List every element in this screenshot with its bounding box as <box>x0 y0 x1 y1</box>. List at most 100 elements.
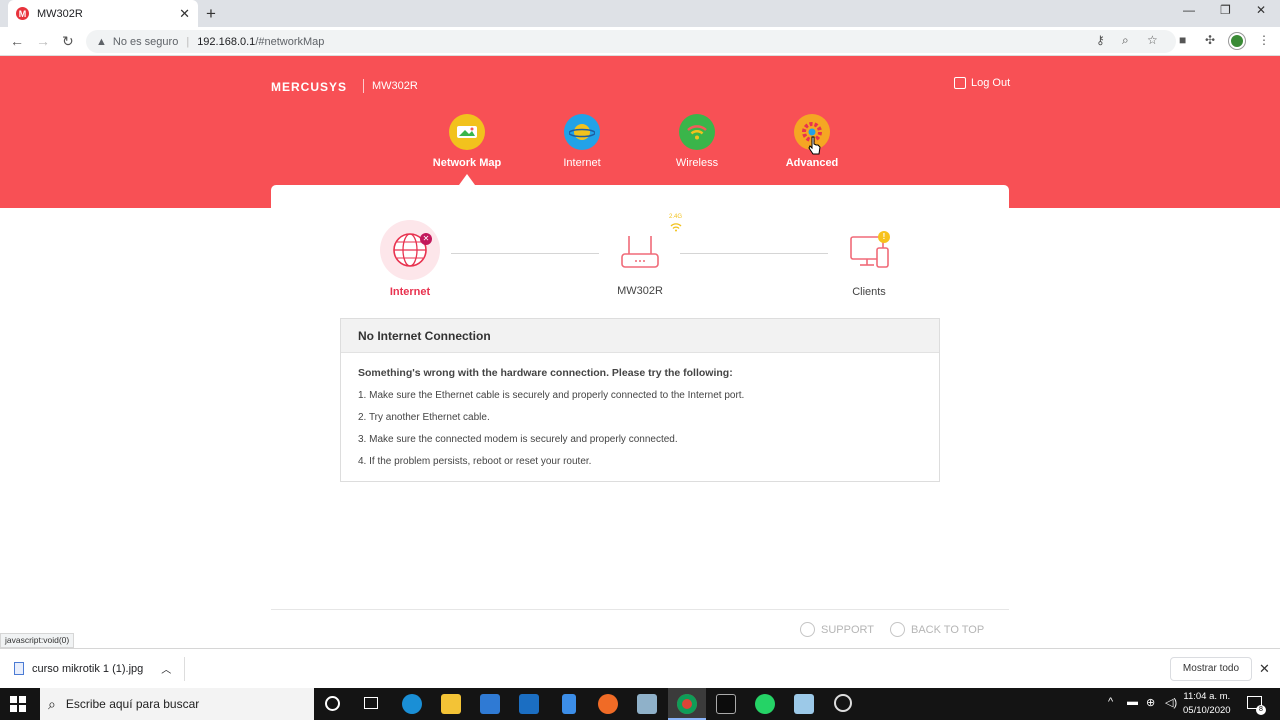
tab-title: MW302R <box>37 7 83 20</box>
warning-icon: ▲ <box>96 35 107 48</box>
connection-status-panel: No Internet Connection Something's wrong… <box>340 318 940 482</box>
status-title: No Internet Connection <box>341 319 939 353</box>
status-body: Something's wrong with the hardware conn… <box>341 353 939 492</box>
logout-label: Log Out <box>971 77 1011 89</box>
minimize-icon[interactable]: — <box>1183 3 1195 17</box>
extensions-puzzle-icon[interactable]: ✣ <box>1205 33 1215 47</box>
battery-icon[interactable]: ▬ <box>1127 696 1138 708</box>
whatsapp-icon[interactable] <box>755 694 775 714</box>
globe-planet-icon <box>564 114 600 150</box>
internet-globe-icon: ✕ <box>380 220 440 280</box>
nav-network-map[interactable]: Network Map <box>417 114 517 169</box>
cortana-icon[interactable] <box>325 696 340 711</box>
nav-label-network-map: Network Map <box>432 157 502 169</box>
windows-start-icon[interactable] <box>10 696 26 712</box>
wifi-icon <box>679 114 715 150</box>
bookmark-star-icon[interactable]: ☆ <box>1147 33 1158 47</box>
store-icon[interactable] <box>480 694 500 714</box>
network-map-icon <box>449 114 485 150</box>
browser-tab-bar: M MW302R ✕ + — ❐ ✕ <box>0 0 1280 27</box>
chevron-up-icon[interactable]: ︿ <box>161 661 171 676</box>
task-view-icon[interactable] <box>364 697 378 709</box>
status-step: 2. Try another Ethernet cable. <box>358 412 490 423</box>
tray-chevron-icon[interactable]: ^ <box>1108 696 1113 708</box>
forward-arrow-icon[interactable]: → <box>36 33 50 49</box>
reload-icon[interactable]: ↻ <box>62 33 74 50</box>
taskbar-search[interactable]: ⌕ Escribe aquí para buscar <box>40 688 314 720</box>
back-to-top-link[interactable]: BACK TO TOP <box>890 622 984 637</box>
clients-devices-icon: ! <box>829 228 909 272</box>
profile-avatar[interactable] <box>1229 33 1245 49</box>
logout-link[interactable]: Log Out <box>954 77 1010 89</box>
firefox-icon[interactable] <box>598 694 618 714</box>
chrome-icon[interactable] <box>677 694 697 714</box>
mail-icon[interactable] <box>519 694 539 714</box>
close-download-bar-icon[interactable]: ✕ <box>1259 661 1270 677</box>
taskbar-search-placeholder: Escribe aquí para buscar <box>65 697 200 711</box>
status-bar-url: javascript:void(0) <box>0 633 75 648</box>
back-arrow-icon[interactable]: ← <box>10 33 24 49</box>
app-icon[interactable] <box>562 694 576 714</box>
terminal-icon[interactable] <box>716 694 736 714</box>
windows-taskbar: ⌕ Escribe aquí para buscar ^ ▬ ⊕ ◁) 11:0… <box>0 688 1280 720</box>
wifi-signal-icon <box>670 223 682 232</box>
internet-node[interactable]: ✕ Internet <box>370 220 450 298</box>
router-node[interactable]: 2.4G MW302R <box>600 212 683 297</box>
brand-logo: MERCUSYS <box>271 80 348 94</box>
status-lead: Something's wrong with the hardware conn… <box>358 367 733 379</box>
mercusys-favicon-icon: M <box>16 7 29 20</box>
download-bar: curso mikrotik 1 (1).jpg ︿ Mostrar todo … <box>0 648 1280 688</box>
download-file-name: curso mikrotik 1 (1).jpg <box>32 662 144 675</box>
router-icon: 2.4G <box>600 212 683 272</box>
restore-icon[interactable]: ❐ <box>1220 3 1231 17</box>
support-label: SUPPORT <box>821 623 874 636</box>
nav-label-advanced: Advanced <box>785 157 839 169</box>
notification-count-badge: 8 <box>1256 705 1266 715</box>
nav-label-wireless: Wireless <box>675 157 719 169</box>
file-icon <box>14 662 24 675</box>
clients-warning-badge: ! <box>878 231 890 243</box>
close-window-icon[interactable]: ✕ <box>1256 3 1266 17</box>
model-name: MW302R <box>372 80 418 92</box>
clients-node[interactable]: ! Clients <box>829 228 909 298</box>
security-label: No es seguro <box>112 35 179 48</box>
headset-icon <box>800 622 815 637</box>
zoom-icon[interactable]: ⌕ <box>1122 33 1129 48</box>
key-icon[interactable]: ⚷ <box>1096 33 1105 47</box>
router-clients-link <box>680 253 828 254</box>
app-icon[interactable] <box>834 694 852 712</box>
status-step: 1. Make sure the Ethernet cable is secur… <box>358 390 745 401</box>
extension-facebook-icon[interactable]: ■ <box>1179 33 1186 47</box>
active-nav-caret <box>459 174 475 185</box>
status-step: 4. If the problem persists, reboot or re… <box>358 456 592 467</box>
arrow-up-circle-icon <box>890 622 905 637</box>
back-to-top-label: BACK TO TOP <box>911 623 985 636</box>
browser-tab[interactable]: M MW302R ✕ <box>8 0 198 27</box>
app-icon[interactable] <box>637 694 657 714</box>
clock-date: 05/10/2020 <box>1183 705 1231 716</box>
clients-node-label: Clients <box>852 286 886 298</box>
address-bar[interactable]: ▲ No es seguro | 192.168.0.1/#networkMap <box>86 30 1176 53</box>
file-explorer-icon[interactable] <box>441 694 461 714</box>
internet-router-link <box>451 253 599 254</box>
omnibox-divider: | <box>186 35 190 48</box>
nav-label-internet: Internet <box>563 157 601 169</box>
nav-internet[interactable]: Internet <box>532 114 632 169</box>
band-label: 2.4G <box>669 214 683 220</box>
menu-dots-icon[interactable]: ⋮ <box>1258 33 1270 47</box>
mouse-cursor-icon <box>808 136 821 155</box>
volume-icon[interactable]: ◁) <box>1165 696 1177 709</box>
edge-icon[interactable] <box>402 694 422 714</box>
support-link[interactable]: SUPPORT <box>800 622 874 637</box>
new-tab-button[interactable]: + <box>206 4 216 24</box>
app-icon[interactable] <box>794 694 814 714</box>
footer-divider <box>271 609 1009 610</box>
download-item[interactable]: curso mikrotik 1 (1).jpg ︿ <box>14 661 171 676</box>
close-tab-icon[interactable]: ✕ <box>179 6 190 22</box>
nav-wireless[interactable]: Wireless <box>647 114 747 169</box>
clock-time: 11:04 a. m. <box>1183 691 1231 702</box>
show-all-button[interactable]: Mostrar todo <box>1170 657 1252 681</box>
taskbar-clock[interactable]: 11:04 a. m. 05/10/2020 <box>1183 690 1231 718</box>
internet-node-label: Internet <box>389 286 431 298</box>
network-globe-icon[interactable]: ⊕ <box>1146 696 1155 709</box>
